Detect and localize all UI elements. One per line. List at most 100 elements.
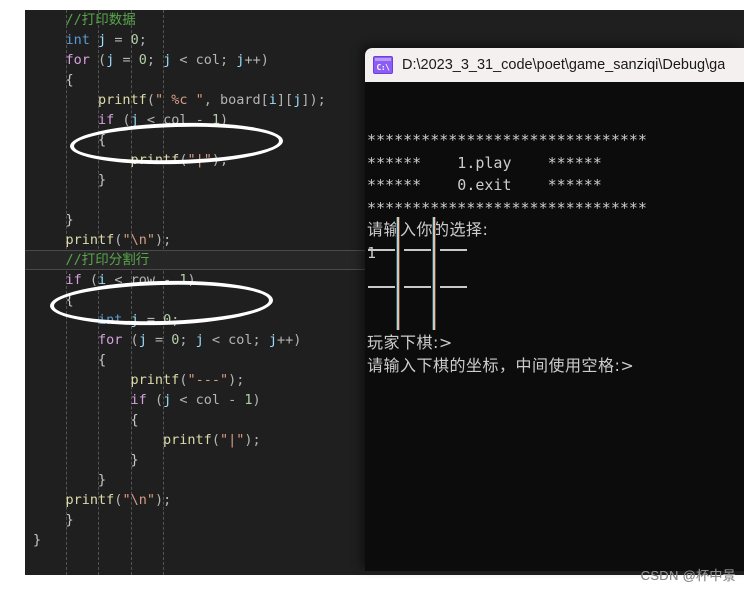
code-token: < [171,52,196,68]
code-token: } [65,212,74,228]
code-token: ( [89,52,107,68]
console-titlebar[interactable]: C:\ D:\2023_3_31_code\poet\game_sanziqi\… [365,48,744,82]
code-token: { [65,72,74,88]
console-output[interactable]: ******************************* ****** 1.… [365,82,744,571]
code-token: j [130,112,139,128]
code-token: - [220,392,245,408]
code-token: i [98,272,107,288]
code-token: { [130,412,139,428]
board-horizontal-separator [440,286,468,288]
code-token: = [146,332,172,348]
code-token: ][ [276,92,294,108]
code-token: = [114,52,139,68]
code-token: printf [163,432,212,448]
code-token: ) [252,392,261,408]
watermark: CSDN @杯中景 [640,568,736,583]
board-horizontal-separator [440,248,468,251]
code-token: ( [211,432,220,448]
code-token: ( [114,112,131,128]
code-token: = [106,32,131,48]
code-line[interactable]: //打印数据 [25,10,744,30]
code-token: printf [65,232,115,248]
code-token: < [203,332,229,348]
code-token: - [187,112,212,128]
board-horizontal-separator [404,248,432,251]
code-token: [ [260,92,269,108]
code-token: j [268,332,277,348]
tictactoe-board [367,217,537,330]
code-token: 0 [138,52,147,68]
console-line: ******************************* [367,131,647,149]
code-token: "---" [187,372,229,388]
code-token: "|" [187,152,212,168]
code-token: j [98,32,107,48]
code-token: ; [138,32,147,48]
code-token: ); [154,492,172,508]
code-token: col [228,332,253,348]
code-token: ; [171,312,180,328]
code-token: "|" [219,432,245,448]
code-token: ( [81,272,99,288]
code-token: ) [187,272,196,288]
code-token: ( [122,332,139,348]
code-token: i [268,92,277,108]
console-prompt-line: 玩家下棋:> [367,333,453,352]
console-prompt-block: 玩家下棋:> 请输入下棋的坐标，中间使用空格:> [367,332,634,377]
code-token: //打印数据 [65,12,136,28]
board-horizontal-separator [368,286,396,288]
board-horizontal-separator [368,248,396,251]
console-title-text: D:\2023_3_31_code\poet\game_sanziqi\Debu… [402,57,726,73]
code-token: col [195,52,221,68]
console-line: ****** 1.play ****** [367,153,602,172]
code-token: ; [220,52,237,68]
code-token: ( [146,92,155,108]
code-token: if [130,392,147,408]
code-token: j [138,332,147,348]
code-token: printf [65,492,115,508]
code-line[interactable]: int j = 0; [25,30,744,50]
console-icon-glyph: C:\ [376,63,390,72]
code-token: ); [211,152,229,168]
code-token: ]); [301,92,326,108]
console-window[interactable]: C:\ D:\2023_3_31_code\poet\game_sanziqi\… [365,48,744,571]
code-token: } [98,172,107,188]
code-token: < [106,272,131,288]
code-token: int [98,312,123,328]
code-token: board [220,92,261,108]
code-token: j [130,312,139,328]
code-token: { [65,292,74,308]
code-token: < [138,112,164,128]
board-horizontal-separator [404,286,432,288]
code-token: ) [220,112,229,128]
code-token: ( [146,392,164,408]
code-token: 1 [244,392,253,408]
code-token: { [98,132,107,148]
code-token: ++) [276,332,302,348]
code-token: printf [130,372,180,388]
code-token: 1 [211,112,221,128]
code-token: row [130,272,155,288]
code-token: - [154,272,180,288]
code-token: ); [228,372,245,388]
code-token: " %c " [154,92,204,108]
code-token: } [65,512,74,528]
code-token: 0 [163,312,172,328]
code-token: ; [252,332,269,348]
